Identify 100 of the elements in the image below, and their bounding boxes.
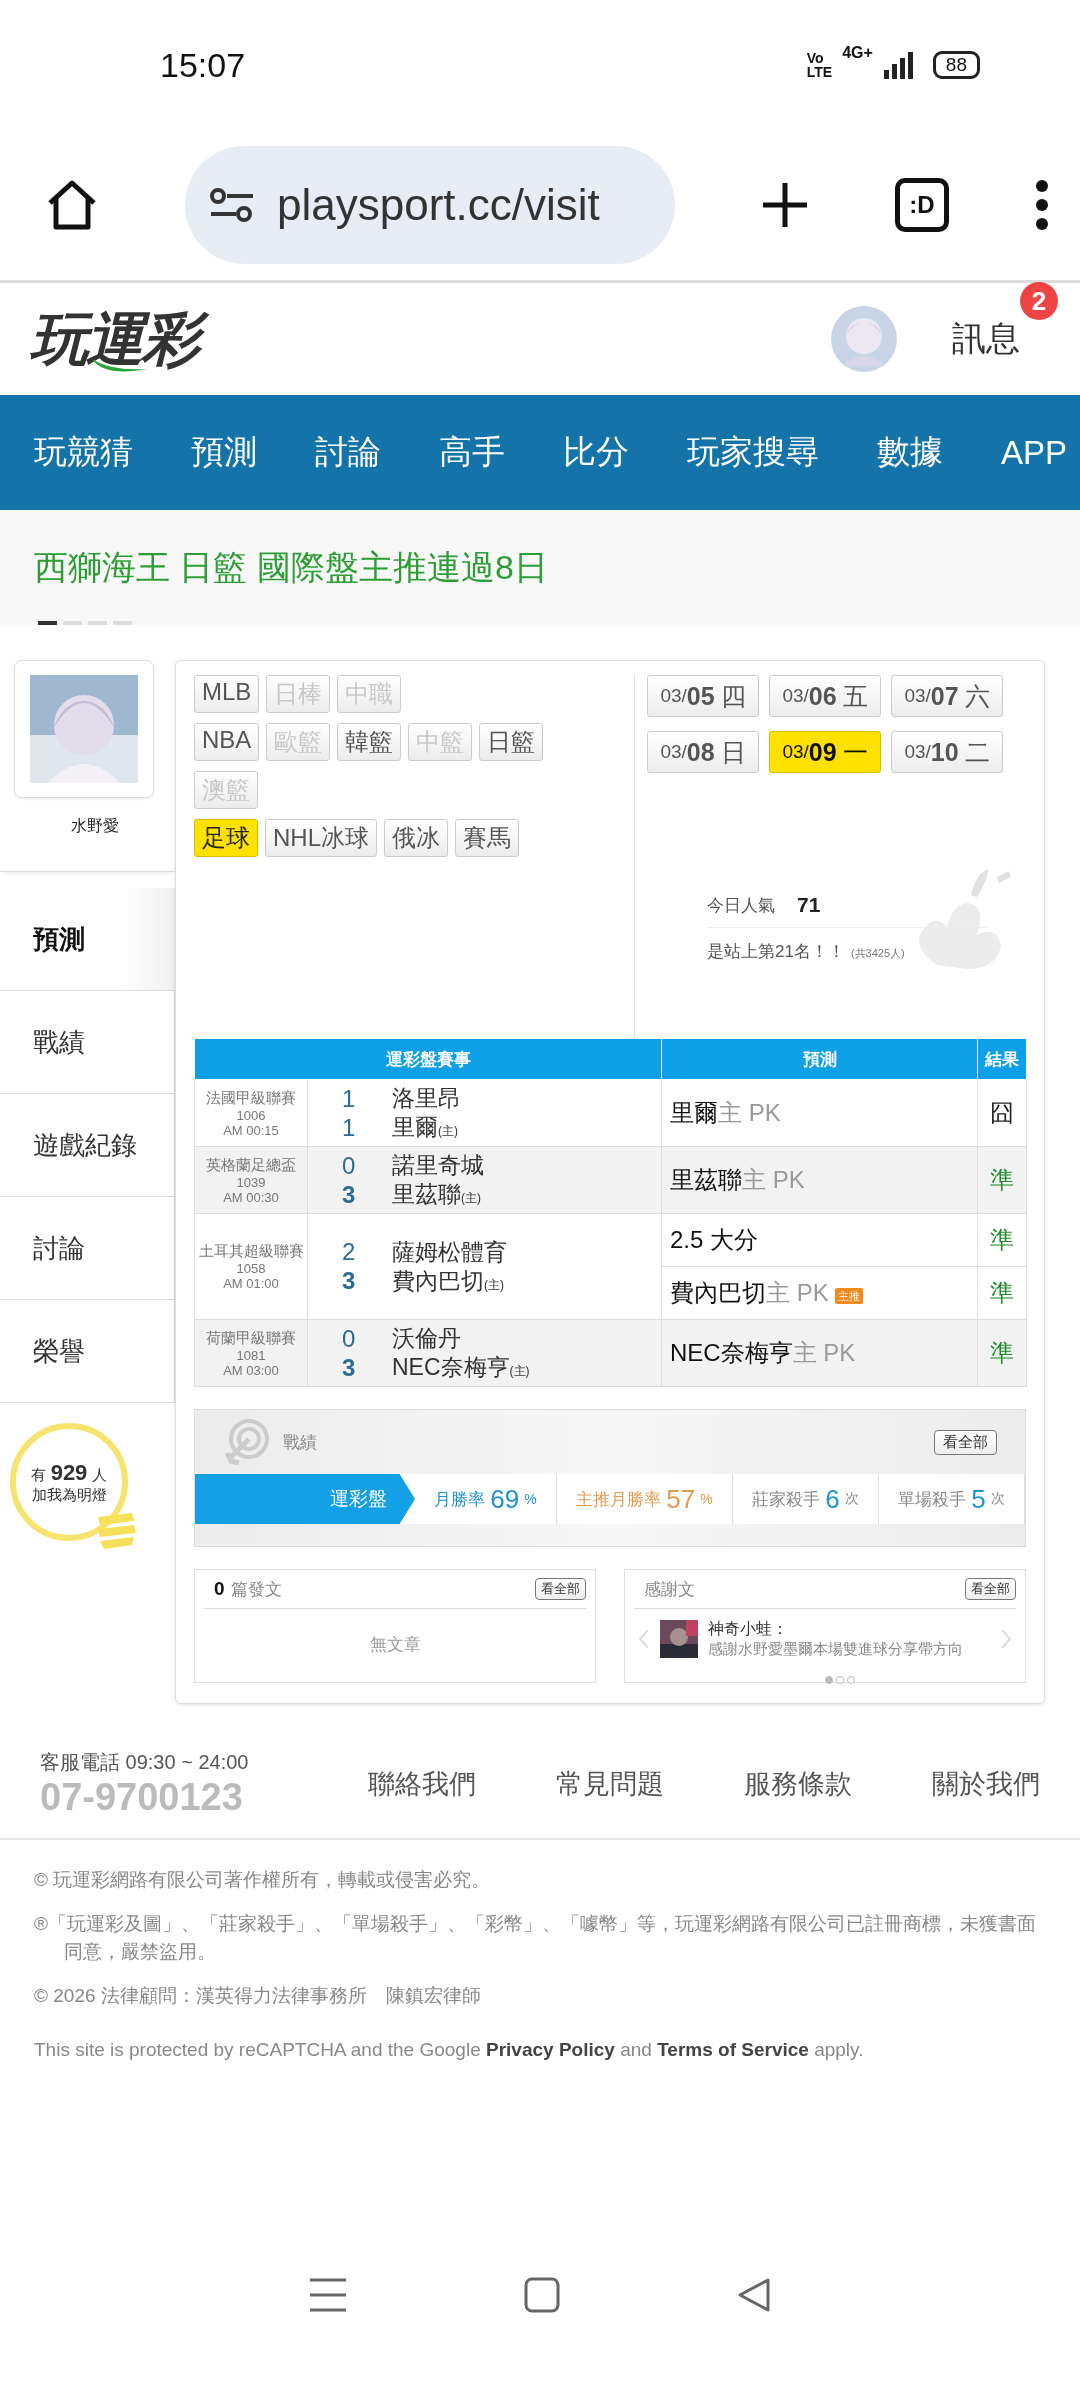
home-square-icon[interactable]	[524, 2277, 560, 2313]
column-header: 預測	[661, 1039, 978, 1080]
date-button[interactable]: 03/07 六	[891, 675, 1003, 717]
nav-item[interactable]: 比分	[563, 430, 629, 475]
date-button[interactable]: 03/06 五	[769, 675, 881, 717]
post-count: 0 篇發文	[214, 1577, 283, 1601]
date-button[interactable]: 03/05 四	[647, 675, 759, 717]
tab-switcher-button[interactable]: :D	[895, 178, 949, 232]
thanks-title: 感謝文	[644, 1578, 695, 1601]
league-tag[interactable]: 俄冰	[384, 819, 448, 857]
side-menu-item[interactable]: 戰績	[0, 991, 175, 1094]
trademark-text: ®「玩運彩及圖」、「莊家殺手」、「單場殺手」、「彩幣」、「噱幣」等，玩運彩網路有限公司已註冊商標，未獲書面同意，嚴禁盜用。	[34, 1912, 1037, 1964]
messages-link[interactable]: 訊息	[952, 319, 1020, 357]
chevron-right-icon[interactable]	[1000, 1628, 1012, 1650]
match-info-cell: 法國甲級聯賽 1006 AM 00:15	[194, 1079, 308, 1147]
team-name: 洛里昂	[392, 1084, 461, 1113]
footer-link[interactable]: 關於我們	[931, 1766, 1040, 1802]
stat-item: 主推月勝率 57 %	[556, 1474, 733, 1524]
league-tag[interactable]: 日籃	[479, 723, 544, 761]
team-score: 0	[342, 1151, 357, 1180]
team-score: 2	[342, 1238, 357, 1266]
fan-caption: 加我為明燈	[31, 1485, 107, 1505]
league-tag[interactable]: 韓籃	[337, 723, 402, 761]
column-header: 運彩盤賽事	[194, 1039, 662, 1080]
volte-icon: Vo LTE	[806, 51, 833, 79]
team-score: 3	[342, 1353, 357, 1382]
team-score: 1	[342, 1084, 357, 1113]
result-cell: 囧	[977, 1079, 1027, 1147]
new-tab-icon[interactable]	[760, 180, 810, 230]
league-tag[interactable]: MLB	[194, 675, 260, 713]
league-tag[interactable]: 足球	[194, 819, 258, 857]
date-button[interactable]: 03/10 二	[891, 731, 1003, 773]
nav-item[interactable]: 討論	[315, 430, 381, 475]
team-name: 薩姆松體育	[392, 1237, 507, 1267]
fan-count: 有 929 人	[31, 1459, 107, 1486]
profile-name: 水野愛	[0, 798, 175, 872]
recaptcha-notice: This site is protected by reCAPTCHA and the Google Privacy Policy and Terms of Service apply.	[34, 2038, 865, 2062]
nav-item[interactable]: 高手	[439, 430, 505, 475]
league-tag[interactable]: NHL冰球	[265, 819, 377, 857]
team-score: 1	[342, 1113, 357, 1142]
team-name: 里茲聯(主)	[392, 1180, 481, 1209]
result-cell: 準	[977, 1266, 1027, 1320]
target-icon	[223, 1419, 269, 1465]
team-score: 3	[342, 1180, 357, 1209]
footer-link[interactable]: 常見問題	[556, 1766, 665, 1802]
record-title: 戰績	[283, 1431, 317, 1454]
column-header: 結果	[977, 1039, 1027, 1080]
team-score: 0	[342, 1324, 357, 1353]
prediction-pick: 費內巴切主 PK	[670, 1279, 829, 1306]
nav-item[interactable]: 預測	[191, 430, 257, 475]
league-tag[interactable]: 賽馬	[455, 819, 519, 857]
nav-item[interactable]: 玩競猜	[34, 430, 133, 475]
rank-text: 是站上第21名！！	[707, 941, 845, 963]
side-menu-item[interactable]: 榮譽	[0, 1300, 175, 1403]
view-all-button[interactable]: 看全部	[535, 1578, 586, 1600]
result-cell: 準	[977, 1319, 1027, 1387]
match-info-cell: 英格蘭足總盃 1039 AM 00:30	[194, 1146, 308, 1214]
team-score: 3	[342, 1267, 357, 1295]
team-name: 里爾(主)	[392, 1113, 458, 1142]
empty-message: 無文章	[368, 1634, 422, 1656]
league-tag[interactable]: NBA	[194, 723, 260, 761]
side-menu-item[interactable]: 遊戲紀錄	[0, 1094, 175, 1197]
match-info-cell: 土耳其超級聯賽 1058 AM 01:00	[194, 1213, 308, 1320]
footer-link[interactable]: 服務條款	[744, 1766, 853, 1802]
side-menu-item[interactable]: 預測	[0, 888, 175, 991]
date-button[interactable]: 03/09 一	[769, 731, 881, 773]
chevron-left-icon[interactable]	[638, 1628, 650, 1650]
carousel-dot[interactable]	[847, 1676, 855, 1684]
view-all-button[interactable]: 看全部	[934, 1429, 997, 1455]
popularity-value: 71	[797, 893, 821, 917]
prediction-pick: NEC奈梅亨主 PK	[670, 1339, 856, 1366]
notification-badge: 2	[1020, 282, 1058, 320]
date-button[interactable]: 03/08 日	[647, 731, 759, 773]
nav-item[interactable]: APP	[1001, 433, 1068, 472]
footer-link[interactable]: 聯絡我們	[368, 1766, 477, 1802]
nav-item[interactable]: 玩家搜尋	[687, 430, 819, 475]
network-label: 4G+	[842, 44, 873, 62]
match-info-cell: 荷蘭甲級聯賽 1081 AM 03:00	[194, 1319, 308, 1387]
side-menu-item[interactable]: 討論	[0, 1197, 175, 1300]
prediction-pick: 里茲聯主 PK	[670, 1166, 805, 1193]
menu-icon[interactable]	[308, 2277, 348, 2313]
copyright-text: © 玩運彩網路有限公司著作權所有，轉載或侵害必究。	[34, 1868, 492, 1892]
prediction-pick: 里爾主 PK	[670, 1099, 781, 1126]
carousel-dot[interactable]	[825, 1676, 833, 1684]
carousel-dot[interactable]	[836, 1676, 844, 1684]
thanks-message[interactable]: 感謝水野愛墨爾本場雙進球分享帶方向	[708, 1640, 990, 1659]
result-cell: 準	[977, 1146, 1027, 1214]
rank-total: (共3425人)	[850, 946, 905, 961]
nav-item[interactable]: 數據	[877, 430, 943, 475]
site-settings-icon[interactable]	[209, 187, 255, 223]
team-name: 沃倫丹	[392, 1324, 461, 1353]
popularity-label: 今日人氣	[707, 894, 775, 917]
back-icon[interactable]	[736, 2277, 772, 2313]
team-name: 諾里奇城	[392, 1151, 484, 1180]
more-menu-icon[interactable]	[1034, 179, 1050, 231]
view-all-button[interactable]: 看全部	[965, 1578, 1016, 1600]
address-bar[interactable]: playsport.cc/visit	[185, 146, 675, 264]
result-cell: 準	[977, 1213, 1027, 1267]
thanks-author: 神奇小蛙：	[708, 1619, 789, 1639]
site-logo[interactable]: 玩運彩	[30, 303, 212, 375]
